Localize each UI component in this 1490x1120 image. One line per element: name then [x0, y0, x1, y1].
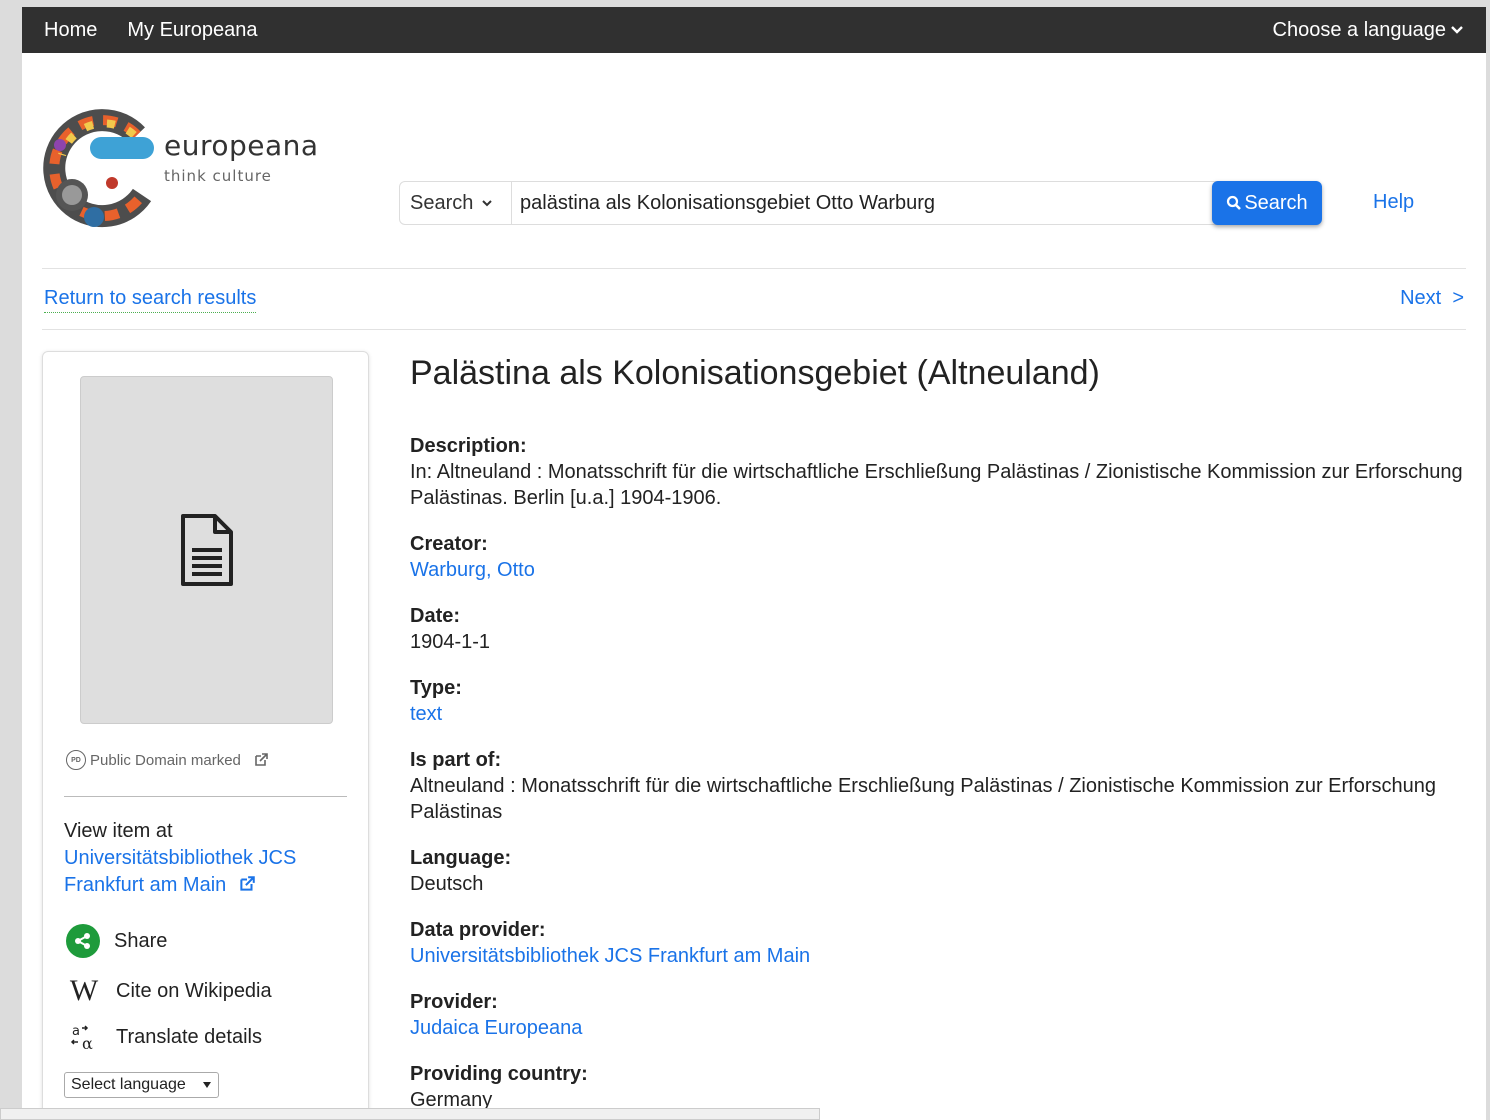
metadata-field: Date: 1904-1-1: [410, 603, 1470, 655]
metadata-field-value: 1904-1-1: [410, 631, 491, 653]
document-icon: [180, 514, 233, 586]
metadata-field: Is part of: Altneuland : Monatsschrift fü…: [410, 747, 1470, 825]
search-type-dropdown[interactable]: Search: [400, 182, 512, 224]
rights-statement[interactable]: PD Public Domain marked: [66, 750, 269, 770]
item-thumbnail[interactable]: [80, 376, 333, 724]
metadata-field-label: Creator:: [410, 533, 488, 555]
svg-text:a: a: [72, 1024, 80, 1039]
view-item-at-label: View item at: [64, 820, 173, 842]
caret-down-icon: [203, 1082, 211, 1088]
translate-icon: aα: [66, 1019, 102, 1055]
browser-status-bar: [0, 1108, 820, 1120]
top-nav-bar: Home My Europeana Choose a language: [22, 7, 1486, 53]
search-button-label: Search: [1244, 191, 1308, 214]
metadata-field-value: Deutsch: [410, 873, 484, 895]
browser-page: Home My Europeana Choose a language euro…: [22, 7, 1486, 1120]
metadata-field: Providing country: Germany: [410, 1061, 1470, 1113]
provider-link-label: Universitätsbibliothek JCS Frankfurt am …: [64, 847, 297, 896]
search-input[interactable]: [512, 182, 1212, 224]
select-language-dropdown[interactable]: Select language: [64, 1072, 219, 1098]
select-language-label: Select language: [71, 1076, 186, 1093]
view-item-at: View item at Universitätsbibliothek JCS …: [64, 818, 344, 899]
metadata-field: Type: text: [410, 675, 1470, 727]
metadata-field-label: Providing country:: [410, 1063, 588, 1085]
cite-wikipedia-button[interactable]: W Cite on Wikipedia: [66, 973, 272, 1009]
site-header: europeana think culture Search Search He…: [22, 53, 1486, 267]
wikipedia-icon: W: [69, 974, 99, 1007]
rights-label: Public Domain marked: [90, 751, 241, 769]
nav-divider: [42, 329, 1466, 330]
translate-label: Translate details: [116, 1025, 262, 1048]
svg-text:α: α: [82, 1034, 93, 1052]
metadata-field-value: Altneuland : Monatsschrift für die wirts…: [410, 775, 1436, 823]
metadata-field-label: Data provider:: [410, 919, 546, 941]
metadata-field: Description: In: Altneuland : Monatsschri…: [410, 433, 1470, 511]
external-link-icon: [255, 753, 268, 766]
public-domain-icon: PD: [66, 750, 86, 770]
logo-tagline: think culture: [164, 167, 272, 185]
external-link-icon: [240, 876, 255, 891]
metadata-field-label: Is part of:: [410, 749, 502, 771]
metadata-field: Provider: Judaica Europeana: [410, 989, 1470, 1041]
search-button[interactable]: Search: [1212, 181, 1322, 225]
translate-details-button[interactable]: aα Translate details: [66, 1019, 262, 1055]
metadata-field-value: In: Altneuland : Monatsschrift für die w…: [410, 461, 1463, 509]
help-link[interactable]: Help: [1373, 191, 1414, 214]
item-title: Palästina als Kolonisationsgebiet (Altne…: [410, 354, 1100, 392]
next-item-link[interactable]: Next >: [1400, 287, 1464, 310]
metadata-field: Language: Deutsch: [410, 845, 1470, 897]
logo-mark-icon: [43, 109, 154, 228]
chevron-down-icon: [1451, 26, 1463, 34]
item-sidebar: PD Public Domain marked View item at Uni…: [42, 351, 369, 1120]
language-chooser-label: Choose a language: [1272, 18, 1446, 41]
metadata-field-link[interactable]: text: [410, 701, 1470, 727]
metadata-field: Data provider: Universitätsbibliothek JCS…: [410, 917, 1470, 969]
header-divider: [42, 268, 1466, 269]
metadata-fields: Description: In: Altneuland : Monatsschri…: [410, 433, 1470, 1113]
return-to-results-link[interactable]: Return to search results: [44, 287, 257, 313]
logo-wordmark: europeana: [164, 129, 319, 162]
provider-link[interactable]: Universitätsbibliothek JCS Frankfurt am …: [64, 845, 344, 899]
metadata-field-label: Type:: [410, 677, 462, 699]
metadata-field: Creator: Warburg, Otto: [410, 531, 1470, 583]
chevron-down-icon: [482, 200, 493, 207]
metadata-field-link[interactable]: Universitätsbibliothek JCS Frankfurt am …: [410, 943, 1470, 969]
metadata-field-label: Date:: [410, 605, 461, 627]
metadata-field-link[interactable]: Warburg, Otto: [410, 557, 1470, 583]
search-icon: [1227, 195, 1242, 210]
sidebar-divider: [64, 796, 347, 797]
share-button[interactable]: Share: [66, 924, 167, 958]
europeana-logo[interactable]: europeana think culture: [42, 95, 318, 235]
nav-home[interactable]: Home: [44, 19, 97, 42]
metadata-field-label: Language:: [410, 847, 512, 869]
search-bar: Search Search: [399, 181, 1322, 225]
metadata-field-label: Provider:: [410, 991, 498, 1013]
item-details: Palästina als Kolonisationsgebiet (Altne…: [410, 351, 1470, 1120]
metadata-field-label: Description:: [410, 435, 527, 457]
cite-label: Cite on Wikipedia: [116, 979, 272, 1002]
share-icon: [66, 924, 100, 958]
language-chooser[interactable]: Choose a language: [1273, 19, 1464, 42]
search-type-label: Search: [410, 191, 474, 214]
nav-my-europeana[interactable]: My Europeana: [127, 19, 257, 42]
metadata-field-link[interactable]: Judaica Europeana: [410, 1015, 1470, 1041]
share-label: Share: [114, 929, 168, 952]
